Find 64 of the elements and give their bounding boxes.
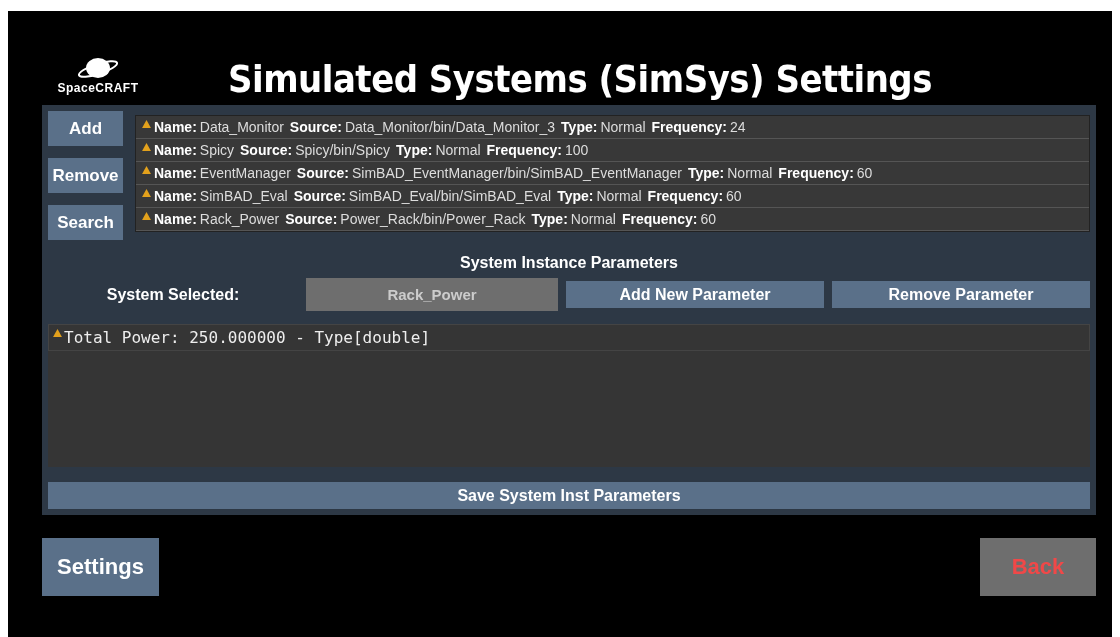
field-label: Source:	[240, 142, 293, 158]
system-row[interactable]: Name: Spicy Source: Spicy/bin/Spicy Type: Normal Frequency: 100	[136, 139, 1089, 162]
warning-icon	[53, 329, 62, 337]
field-label: Type:	[396, 142, 433, 158]
field-value: Spicy	[199, 142, 235, 158]
logo-text: SpaceCRAFT	[57, 81, 139, 95]
field-label: Type:	[561, 119, 598, 135]
field-value: Normal	[570, 211, 616, 227]
system-row[interactable]: Name: EventManager Source: SimBAD_EventManager/bin/SimBAD_EventManager Type: Normal Frequency: 60	[136, 162, 1089, 185]
field-label: Source:	[285, 211, 338, 227]
field-label: Source:	[296, 165, 349, 181]
field-value: 60	[700, 211, 716, 227]
action-button[interactable]: Remove	[48, 158, 123, 193]
field-value: Rack_Power	[199, 211, 280, 227]
warning-icon	[142, 189, 151, 197]
action-button[interactable]: Search	[48, 205, 123, 240]
system-row[interactable]: Name: Rack_Power Source: Power_Rack/bin/Power_Rack Type: Normal Frequency: 60	[136, 208, 1089, 231]
warning-icon	[142, 212, 151, 220]
field-label: Frequency:	[621, 211, 698, 227]
field-value: EventManager	[199, 165, 291, 181]
field-value: Normal	[600, 119, 646, 135]
system-row[interactable]: Name: Data_Monitor Source: Data_Monitor/bin/Data_Monitor_3 Type: Normal Frequency: 24	[136, 116, 1089, 139]
field-value: 24	[730, 119, 746, 135]
field-label: Type:	[557, 188, 594, 204]
save-button[interactable]: Save System Inst Parameters	[48, 482, 1090, 509]
parameter-text: Total Power: 250.000000 - Type[double]	[64, 328, 431, 347]
section-title: System Instance Parameters	[459, 254, 679, 272]
field-value: Normal	[435, 142, 481, 158]
field-label: Frequency:	[647, 188, 724, 204]
system-row[interactable]: Name: SimBAD_Eval Source: SimBAD_Eval/bin/SimBAD_Eval Type: Normal Frequency: 60	[136, 185, 1089, 208]
field-value: Spicy/bin/Spicy	[295, 142, 391, 158]
system-selected-label: System Selected:	[105, 285, 241, 304]
field-label: Type:	[687, 165, 725, 181]
field-label: Type:	[531, 211, 568, 227]
field-label: Source:	[289, 119, 342, 135]
field-label: Name:	[154, 119, 197, 135]
field-value: SimBAD_Eval/bin/SimBAD_Eval	[348, 188, 552, 204]
field-value: Power_Rack/bin/Power_Rack	[340, 211, 526, 227]
field-value: Normal	[727, 165, 773, 181]
field-label: Name:	[154, 142, 197, 158]
warning-icon	[142, 143, 151, 151]
field-value: Data_Monitor	[199, 119, 284, 135]
field-value: Data_Monitor/bin/Data_Monitor_3	[344, 119, 556, 135]
warning-icon	[142, 120, 151, 128]
warning-icon	[142, 166, 151, 174]
field-value: 60	[856, 165, 873, 181]
field-value: SimBAD_EventManager/bin/SimBAD_EventManager	[352, 165, 682, 181]
field-label: Name:	[154, 165, 197, 181]
settings-button[interactable]: Settings	[42, 538, 159, 596]
field-value: 100	[565, 142, 589, 158]
field-value: Normal	[596, 188, 642, 204]
field-label: Frequency:	[778, 165, 854, 181]
field-label: Name:	[154, 188, 197, 204]
field-label: Source:	[293, 188, 346, 204]
action-button[interactable]: Add	[48, 111, 123, 146]
page-title: Simulated Systems (SimSys) Settings	[228, 56, 932, 103]
field-value: SimBAD_Eval	[199, 188, 288, 204]
parameter-button[interactable]: Remove Parameter	[832, 281, 1090, 308]
parameter-row[interactable]: Total Power: 250.000000 - Type[double]	[48, 324, 1090, 351]
field-value: 60	[726, 188, 742, 204]
field-label: Frequency:	[486, 142, 562, 158]
parameter-button[interactable]: Add New Parameter	[566, 281, 824, 308]
field-label: Name:	[154, 211, 197, 227]
field-label: Frequency:	[651, 119, 727, 135]
